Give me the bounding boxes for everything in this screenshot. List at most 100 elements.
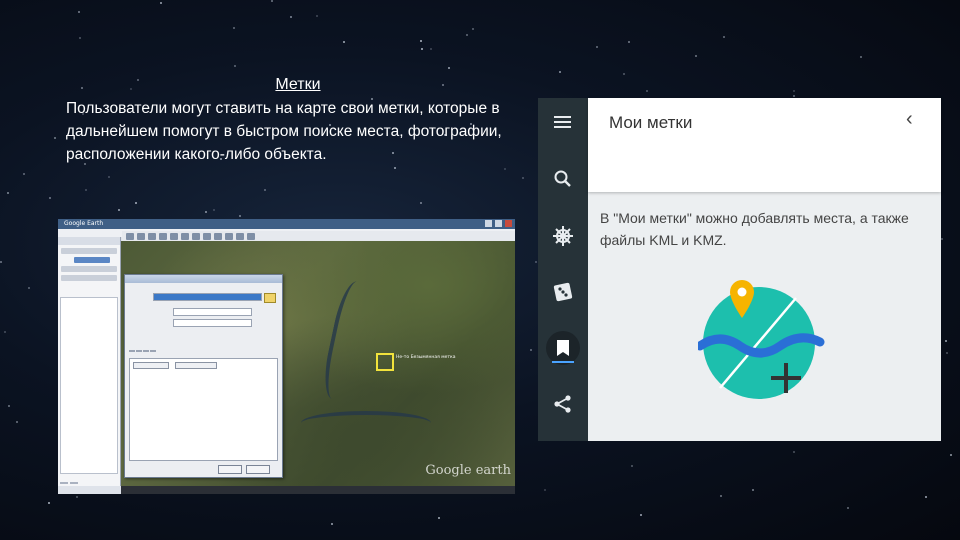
star	[846, 507, 849, 510]
slide-body-text: Пользователи могут ставить на карте свои…	[66, 100, 502, 163]
star	[695, 55, 698, 58]
placemark-name-field[interactable]	[153, 293, 262, 301]
latitude-field[interactable]	[173, 308, 252, 316]
ship-wheel-icon[interactable]	[538, 225, 588, 247]
star	[79, 36, 82, 39]
ok-button[interactable]	[218, 465, 242, 474]
bookmark-icon[interactable]	[538, 330, 588, 366]
dialog-tabs	[129, 350, 156, 352]
star	[420, 40, 423, 43]
star	[54, 137, 57, 140]
menu-icon[interactable]	[538, 114, 588, 130]
layers-box	[60, 297, 118, 474]
star	[559, 70, 562, 73]
star	[118, 208, 121, 211]
star	[623, 72, 626, 75]
star	[3, 331, 6, 334]
star	[421, 47, 424, 50]
star	[343, 41, 346, 44]
star	[447, 66, 450, 69]
star	[719, 494, 722, 497]
star	[205, 210, 208, 213]
star	[544, 488, 547, 491]
star	[723, 35, 726, 38]
star	[232, 27, 235, 30]
search-icon[interactable]	[538, 169, 588, 189]
star	[6, 192, 9, 195]
google-earth-screenshot: Google Earth Не-то Безымянная метка Goog…	[58, 219, 515, 494]
selected-place-row	[74, 257, 110, 263]
star	[49, 197, 52, 200]
window-controls	[485, 220, 512, 227]
google-earth-titlebar: Google Earth	[58, 219, 515, 229]
window-title: Google Earth	[64, 220, 104, 227]
star	[945, 352, 948, 355]
dice-icon[interactable]	[538, 282, 588, 302]
star	[751, 489, 754, 492]
star	[159, 1, 162, 4]
star	[793, 90, 796, 93]
maps-side-rail	[538, 98, 588, 441]
star	[234, 65, 237, 68]
star	[23, 173, 25, 176]
dialog-titlebar	[125, 275, 282, 283]
panel-header: Мои метки ‹	[588, 98, 941, 192]
star	[76, 495, 79, 498]
star	[213, 208, 216, 211]
slide-title: Метки	[275, 76, 321, 93]
star	[471, 27, 474, 30]
status-bar	[121, 486, 515, 494]
chevron-left-icon[interactable]: ‹	[906, 108, 913, 131]
share-icon[interactable]	[538, 394, 588, 414]
star	[950, 453, 953, 456]
my-places-illustration	[698, 280, 825, 399]
star	[271, 0, 274, 2]
star	[529, 348, 532, 351]
places-sidebar	[58, 237, 121, 486]
star	[135, 202, 138, 205]
star	[47, 502, 50, 505]
new-placemark-dialog	[124, 274, 283, 478]
star	[331, 522, 334, 525]
star	[627, 40, 630, 43]
add-image-button[interactable]	[175, 362, 217, 369]
placemark-label: Не-то Безымянная метка	[396, 355, 456, 360]
description-panel[interactable]	[129, 358, 278, 461]
star	[630, 465, 633, 468]
star	[8, 404, 11, 407]
star	[430, 48, 433, 51]
pin-style-icon[interactable]	[264, 293, 276, 303]
map-toolbar	[122, 231, 515, 241]
longitude-field[interactable]	[173, 319, 252, 327]
star	[239, 215, 242, 218]
star	[290, 15, 293, 18]
star	[27, 287, 30, 290]
star	[646, 90, 649, 93]
cancel-button[interactable]	[246, 465, 270, 474]
star	[85, 188, 88, 191]
placemark-target-icon	[376, 353, 394, 371]
google-earth-logo: Google earth	[425, 463, 511, 478]
star	[640, 514, 643, 517]
star	[535, 260, 538, 263]
star	[941, 238, 944, 241]
star	[522, 176, 525, 179]
star	[107, 175, 110, 178]
add-link-button[interactable]	[133, 362, 169, 369]
star	[0, 260, 3, 263]
star	[15, 420, 18, 423]
star	[419, 201, 422, 204]
star	[503, 168, 506, 171]
panel-title: Мои метки	[609, 113, 693, 132]
star	[437, 517, 440, 520]
star	[466, 34, 469, 37]
star	[393, 167, 396, 170]
star	[315, 14, 318, 17]
star	[924, 495, 927, 498]
star	[595, 46, 598, 49]
my-places-info-text: В "Мои метки" можно добавлять места, а т…	[600, 210, 909, 248]
my-places-panel: Мои метки ‹ В "Мои метки" можно добавлят…	[588, 98, 941, 441]
star	[793, 451, 796, 454]
star	[263, 188, 266, 191]
star	[78, 11, 81, 14]
